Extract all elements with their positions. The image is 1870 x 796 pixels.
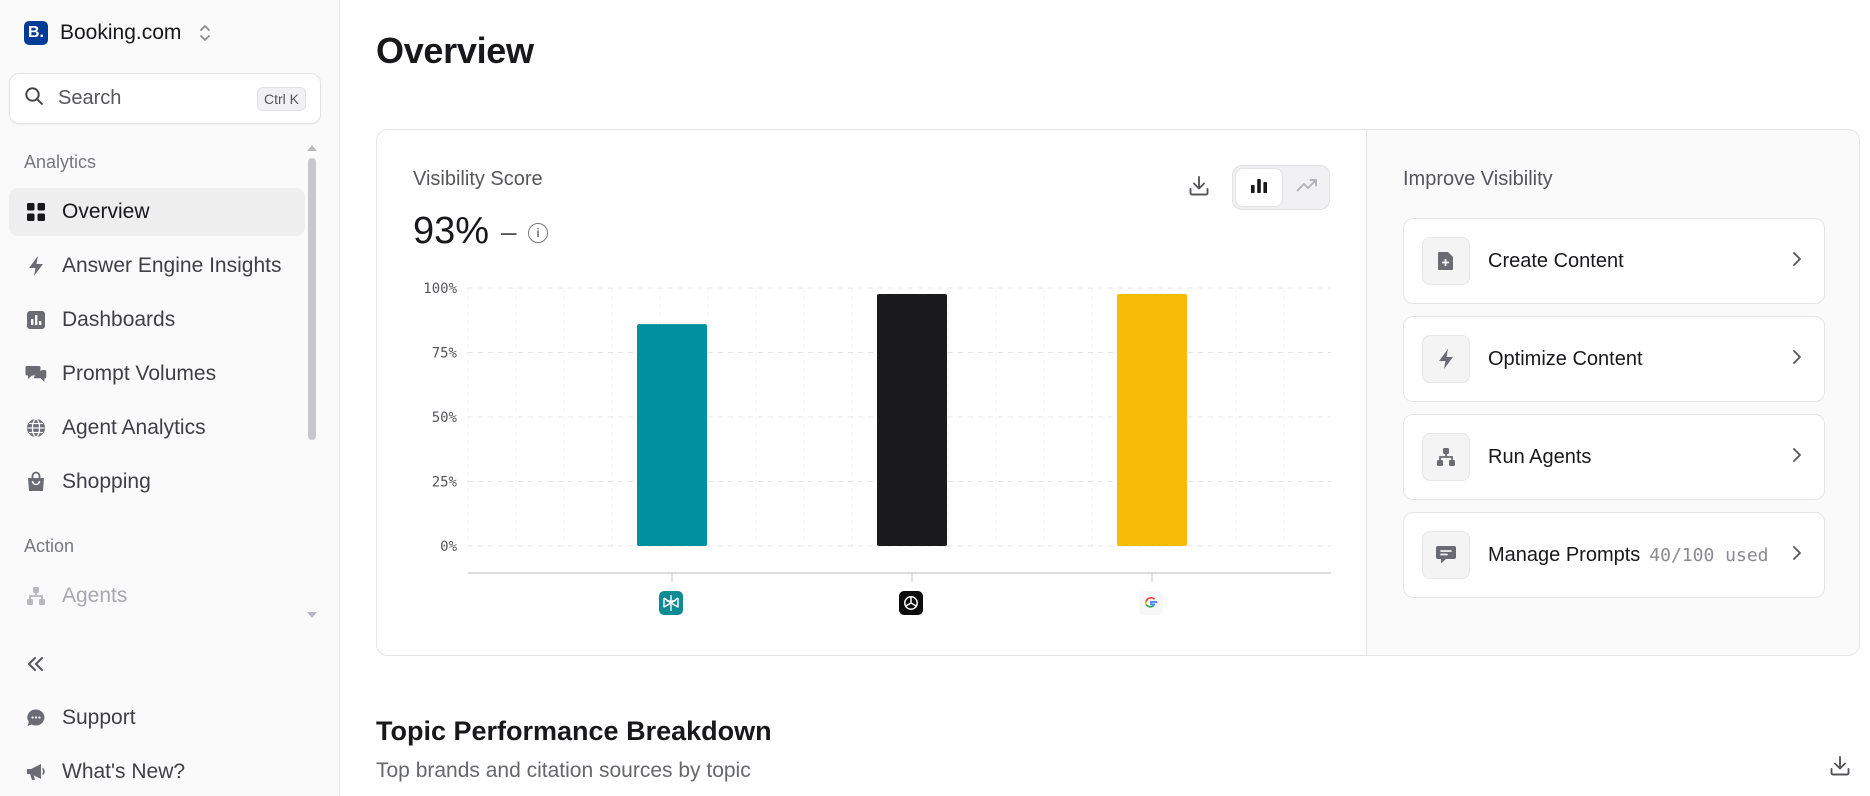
search-shortcut: Ctrl K	[257, 86, 306, 111]
hierarchy-icon	[25, 585, 47, 607]
scroll-down-arrow[interactable]	[307, 612, 317, 618]
action-label: Run Agents	[1488, 445, 1592, 468]
topic-performance-title: Topic Performance Breakdown	[376, 716, 772, 746]
sidebar-item-label: Agents	[62, 584, 128, 607]
visibility-card: Visibility Score 93% – i 100% 75% 50% 25% 0%	[376, 129, 1860, 656]
sidebar-item-label: Prompt Volumes	[62, 362, 217, 385]
action-label: Optimize Content	[1488, 347, 1643, 370]
y-tick-label: 25%	[432, 475, 458, 491]
sidebar-item-label: Answer Engine Insights	[62, 254, 282, 277]
sidebar-item-label: Agent Analytics	[62, 416, 206, 439]
prompt-usage-count: 40/100 used	[1649, 544, 1769, 566]
sidebar-item-prompt-volumes[interactable]: Prompt Volumes	[9, 350, 305, 398]
download-icon[interactable]	[1828, 754, 1852, 778]
sidebar-item-dashboards[interactable]: Dashboards	[9, 296, 305, 344]
google-logo-icon	[1139, 591, 1163, 615]
visibility-bar-chart: 100% 75% 50% 25% 0%	[423, 281, 1331, 615]
sidebar-scrollbar[interactable]	[308, 158, 316, 440]
search-icon	[24, 86, 44, 111]
sidebar-item-label: Dashboards	[62, 308, 176, 331]
file-plus-icon	[1422, 237, 1470, 285]
chevron-right-icon	[1792, 251, 1802, 272]
sidebar-item-agents[interactable]: Agents	[9, 572, 305, 620]
workspace-switcher[interactable]: B. Booking.com	[24, 20, 211, 46]
section-label-action: Action	[24, 536, 75, 556]
megaphone-icon	[25, 761, 47, 783]
globe-icon	[25, 417, 47, 439]
bar-chart-icon	[25, 309, 47, 331]
search-input[interactable]: Search Ctrl K	[9, 73, 321, 124]
run-agents-button[interactable]: Run Agents	[1403, 414, 1825, 500]
y-tick-label: 100%	[423, 281, 457, 297]
chat-bubble-icon	[25, 707, 47, 729]
bar-google-ai[interactable]	[1117, 294, 1187, 546]
search-placeholder: Search	[58, 87, 122, 109]
manage-prompts-button[interactable]: Manage Prompts 40/100 used	[1403, 512, 1825, 598]
topic-performance-subtitle: Top brands and citation sources by topic	[376, 759, 751, 782]
create-content-button[interactable]: Create Content	[1403, 218, 1825, 304]
sidebar-item-label: Overview	[62, 200, 150, 223]
brand-name: Booking.com	[60, 21, 182, 44]
bolt-icon	[25, 255, 47, 277]
sidebar: B. Booking.com Search Ctrl K Analytics O…	[0, 0, 340, 796]
messages-icon	[25, 363, 47, 385]
chevron-right-icon	[1792, 447, 1802, 468]
chatgpt-logo-icon	[899, 591, 923, 615]
collapse-sidebar-icon[interactable]	[24, 652, 48, 676]
action-label: Create Content	[1488, 249, 1624, 272]
message-square-icon	[1422, 531, 1470, 579]
scroll-up-arrow[interactable]	[307, 145, 317, 151]
chevron-right-icon	[1792, 545, 1802, 566]
y-tick-label: 75%	[432, 346, 458, 362]
improve-visibility-panel: Improve Visibility Create Content Optimi…	[1366, 130, 1859, 655]
sidebar-item-agent-analytics[interactable]: Agent Analytics	[9, 404, 305, 452]
sidebar-item-overview[interactable]: Overview	[9, 188, 305, 236]
y-tick-label: 0%	[440, 539, 457, 555]
sidebar-item-label: Support	[62, 706, 136, 729]
page-title: Overview	[376, 30, 534, 71]
action-label: Manage Prompts	[1488, 543, 1641, 566]
bolt-icon	[1422, 335, 1470, 383]
shopping-bag-icon	[25, 471, 47, 493]
sidebar-item-label: Shopping	[62, 470, 151, 493]
improve-visibility-title: Improve Visibility	[1403, 168, 1553, 190]
sidebar-item-answer-engine-insights[interactable]: Answer Engine Insights	[9, 242, 305, 290]
chevron-right-icon	[1792, 349, 1802, 370]
brand-logo: B.	[24, 21, 48, 45]
sidebar-item-support[interactable]: Support	[9, 694, 305, 742]
sidebar-item-whats-new[interactable]: What's New?	[9, 748, 305, 796]
bar-chatgpt[interactable]	[877, 294, 947, 546]
section-label-analytics: Analytics	[24, 152, 97, 172]
bar-perplexity[interactable]	[637, 324, 707, 546]
sidebar-item-shopping[interactable]: Shopping	[9, 458, 305, 506]
sidebar-item-label: What's New?	[62, 760, 186, 783]
y-tick-label: 50%	[432, 410, 458, 426]
hierarchy-icon	[1422, 433, 1470, 481]
perplexity-logo-icon	[659, 591, 683, 615]
grid-icon	[25, 201, 47, 223]
chevron-up-down-icon	[199, 23, 211, 43]
optimize-content-button[interactable]: Optimize Content	[1403, 316, 1825, 402]
